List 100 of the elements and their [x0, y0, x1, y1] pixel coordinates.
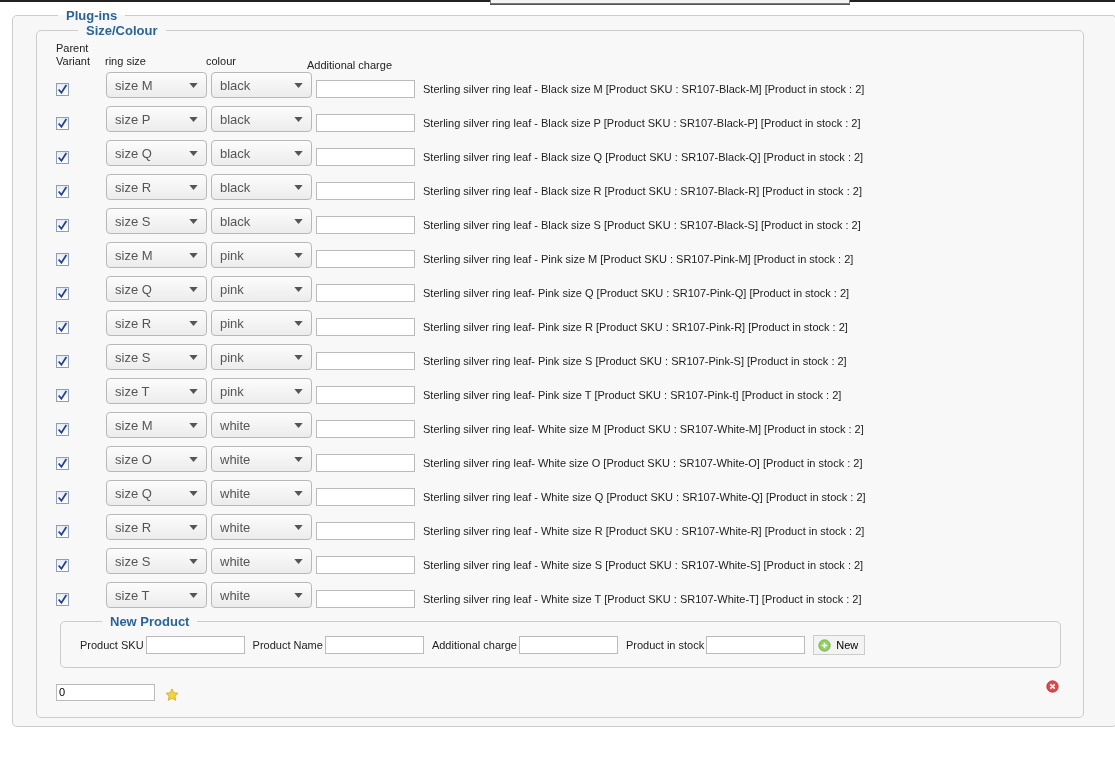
input-field[interactable] — [518, 636, 618, 654]
charge-field[interactable] — [316, 250, 415, 268]
ring-size-dropdown[interactable]: size M — [106, 412, 207, 438]
checkbox[interactable] — [56, 490, 69, 504]
charge-field[interactable] — [316, 420, 415, 438]
colour-dropdown[interactable]: pink — [211, 276, 312, 302]
ring-size-dropdown[interactable]: size R — [106, 174, 207, 200]
caret-icon — [294, 150, 303, 156]
input-field[interactable] — [706, 636, 806, 654]
caret-icon — [294, 286, 303, 292]
variant-description: Sterling silver ring leaf - Black size M [Product SKU : SR107-Black-M] [Product in stock : 2] — [423, 83, 865, 95]
caret-icon — [294, 320, 303, 326]
input-field[interactable] — [145, 636, 245, 654]
charge-field[interactable] — [316, 216, 415, 234]
new-button[interactable]: New — [813, 635, 866, 655]
ring-size-dropdown[interactable]: size R — [106, 310, 207, 336]
colour-dropdown[interactable]: black — [211, 106, 312, 132]
ring-size-dropdown[interactable]: size M — [106, 72, 207, 98]
variant-description: Sterling silver ring leaf- Pink size Q [Product SKU : SR107-Pink-Q] [Product in stock : 2] — [423, 287, 850, 299]
charge-field[interactable] — [316, 182, 415, 200]
colour-dropdown[interactable]: black — [211, 72, 312, 98]
star-icon[interactable] — [165, 688, 179, 702]
field-label: Product Name — [252, 639, 323, 651]
variant-description: Sterling silver ring leaf - White size T [Product SKU : SR107-White-T] [Product in stock : 2] — [423, 593, 862, 605]
ring-size-dropdown[interactable]: size S — [106, 208, 207, 234]
column-header: ring size — [105, 55, 147, 68]
checkbox[interactable] — [56, 252, 69, 266]
field-label: Product SKU — [80, 639, 144, 651]
caret-icon — [189, 422, 198, 428]
ring-size-dropdown[interactable]: size R — [106, 514, 207, 540]
delete-icon[interactable] — [1046, 679, 1059, 693]
checkbox[interactable] — [56, 116, 69, 130]
column-header: Parent Variant — [56, 42, 92, 68]
charge-field[interactable] — [316, 284, 415, 302]
colour-dropdown[interactable]: white — [211, 548, 312, 574]
colour-dropdown[interactable]: black — [211, 208, 312, 234]
charge-field[interactable] — [316, 386, 415, 404]
charge-field[interactable] — [316, 522, 415, 540]
checkbox[interactable] — [56, 150, 69, 164]
caret-icon — [294, 354, 303, 360]
variant-description: Sterling silver ring leaf- Pink size T [Product SKU : SR107-Pink-t] [Product in stock : 2] — [423, 389, 842, 401]
checkbox[interactable] — [56, 354, 69, 368]
charge-field[interactable] — [316, 488, 415, 506]
caret-icon — [189, 184, 198, 190]
section-title: New Product — [109, 614, 191, 629]
ring-size-dropdown[interactable]: size Q — [106, 276, 207, 302]
ring-size-dropdown[interactable]: size S — [106, 548, 207, 574]
input-field[interactable] — [324, 636, 424, 654]
checkbox[interactable] — [56, 320, 69, 334]
checkbox[interactable] — [56, 558, 69, 572]
variant-description: Sterling silver ring leaf - Black size Q [Product SKU : SR107-Black-Q] [Product in stock : 2] — [423, 151, 864, 163]
ring-size-dropdown[interactable]: size P — [106, 106, 207, 132]
colour-dropdown[interactable]: white — [211, 582, 312, 608]
ordering-field[interactable]: 0 — [56, 683, 155, 701]
ring-size-dropdown[interactable]: size T — [106, 582, 207, 608]
checkbox[interactable] — [56, 524, 69, 538]
ring-size-dropdown[interactable]: size Q — [106, 140, 207, 166]
caret-icon — [294, 252, 303, 258]
charge-field[interactable] — [316, 318, 415, 336]
colour-dropdown[interactable]: pink — [211, 310, 312, 336]
ring-size-dropdown[interactable]: size M — [106, 242, 207, 268]
checkbox[interactable] — [56, 422, 69, 436]
ring-size-dropdown[interactable]: size S — [106, 344, 207, 370]
colour-dropdown[interactable]: white — [211, 412, 312, 438]
colour-dropdown[interactable]: pink — [211, 378, 312, 404]
caret-icon — [189, 252, 198, 258]
caret-icon — [189, 490, 198, 496]
colour-dropdown[interactable]: pink — [211, 242, 312, 268]
caret-icon — [294, 82, 303, 88]
colour-dropdown[interactable]: black — [211, 174, 312, 200]
caret-icon — [294, 592, 303, 598]
charge-field[interactable] — [316, 556, 415, 574]
charge-field[interactable] — [316, 352, 415, 370]
variant-description: Sterling silver ring leaf - Pink size M [Product SKU : SR107-Pink-M] [Product in stock : 2] — [423, 253, 854, 265]
colour-dropdown[interactable]: pink — [211, 344, 312, 370]
caret-icon — [189, 218, 198, 224]
ring-size-dropdown[interactable]: size T — [106, 378, 207, 404]
caret-icon — [189, 150, 198, 156]
checkbox[interactable] — [56, 218, 69, 232]
checkbox[interactable] — [56, 456, 69, 470]
caret-icon — [189, 524, 198, 530]
colour-dropdown[interactable]: white — [211, 514, 312, 540]
checkbox[interactable] — [56, 82, 69, 96]
checkbox[interactable] — [56, 286, 69, 300]
checkbox[interactable] — [56, 184, 69, 198]
charge-field[interactable] — [316, 148, 415, 166]
charge-field[interactable] — [316, 454, 415, 472]
ring-size-dropdown[interactable]: size Q — [106, 480, 207, 506]
charge-field[interactable] — [316, 114, 415, 132]
charge-field[interactable] — [316, 80, 415, 98]
checkbox[interactable] — [56, 592, 69, 606]
colour-dropdown[interactable]: white — [211, 480, 312, 506]
charge-field[interactable] — [316, 590, 415, 608]
plus-icon — [818, 638, 832, 652]
colour-dropdown[interactable]: black — [211, 140, 312, 166]
ring-size-dropdown[interactable]: size O — [106, 446, 207, 472]
caret-icon — [189, 558, 198, 564]
colour-dropdown[interactable]: white — [211, 446, 312, 472]
checkbox[interactable] — [56, 388, 69, 402]
caret-icon — [189, 286, 198, 292]
